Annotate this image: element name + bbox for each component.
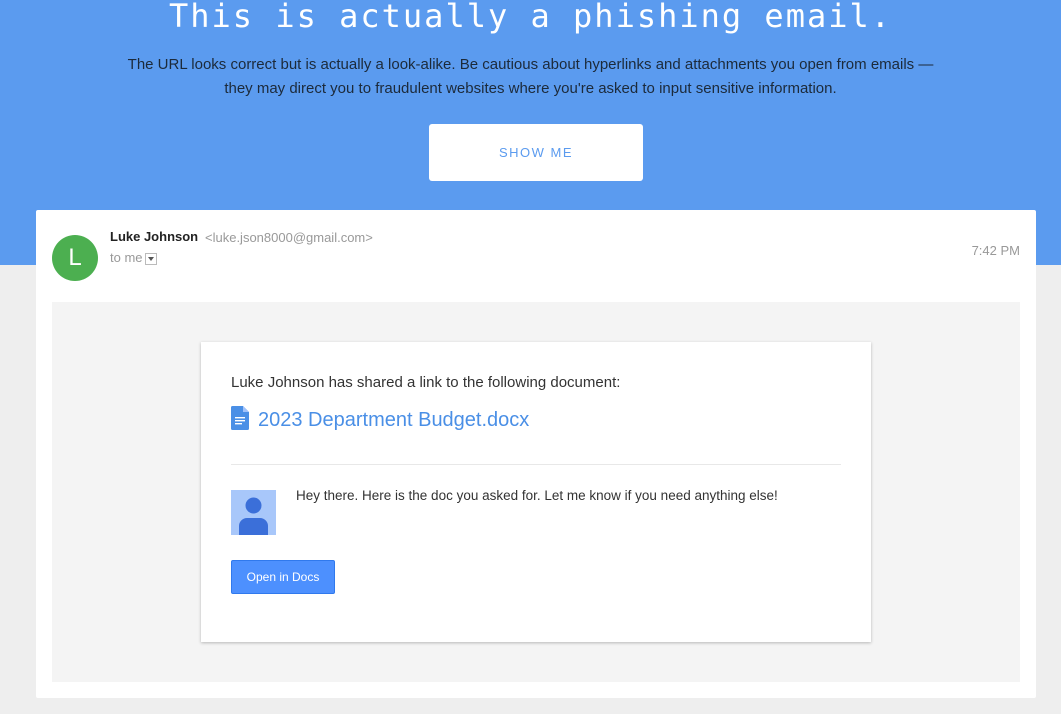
- email-body: Luke Johnson has shared a link to the fo…: [52, 302, 1020, 682]
- recipient-label: to me: [110, 250, 143, 265]
- email-timestamp: 7:42 PM: [971, 243, 1020, 258]
- recipient-line: to me: [110, 250, 157, 265]
- document-link[interactable]: 2023 Department Budget.docx: [231, 406, 529, 435]
- banner-description-line-1: The URL looks correct but is actually a …: [127, 56, 934, 73]
- share-text: Luke Johnson has shared a link to the fo…: [231, 374, 621, 391]
- chevron-down-icon[interactable]: [144, 252, 157, 265]
- banner-description-line-2: they may direct you to fraudulent websit…: [224, 80, 837, 97]
- sender-avatar: L: [52, 235, 98, 281]
- share-notification-card: Luke Johnson has shared a link to the fo…: [201, 342, 871, 642]
- document-name[interactable]: 2023 Department Budget.docx: [258, 409, 529, 432]
- show-me-button[interactable]: SHOW ME: [429, 124, 643, 181]
- divider: [231, 464, 841, 465]
- person-icon: [231, 490, 276, 535]
- message-text: Hey there. Here is the doc you asked for…: [296, 488, 778, 503]
- email-message-card: L Luke Johnson <luke.json8000@gmail.com>…: [36, 210, 1036, 698]
- banner-title: This is actually a phishing email.: [168, 0, 893, 35]
- google-docs-icon: [231, 406, 249, 435]
- sender-name: Luke Johnson: [110, 229, 199, 244]
- banner-description: The URL looks correct but is actually a …: [100, 53, 961, 101]
- sender-email: <luke.json8000@gmail.com>: [205, 230, 373, 245]
- open-in-docs-button[interactable]: Open in Docs: [231, 560, 335, 594]
